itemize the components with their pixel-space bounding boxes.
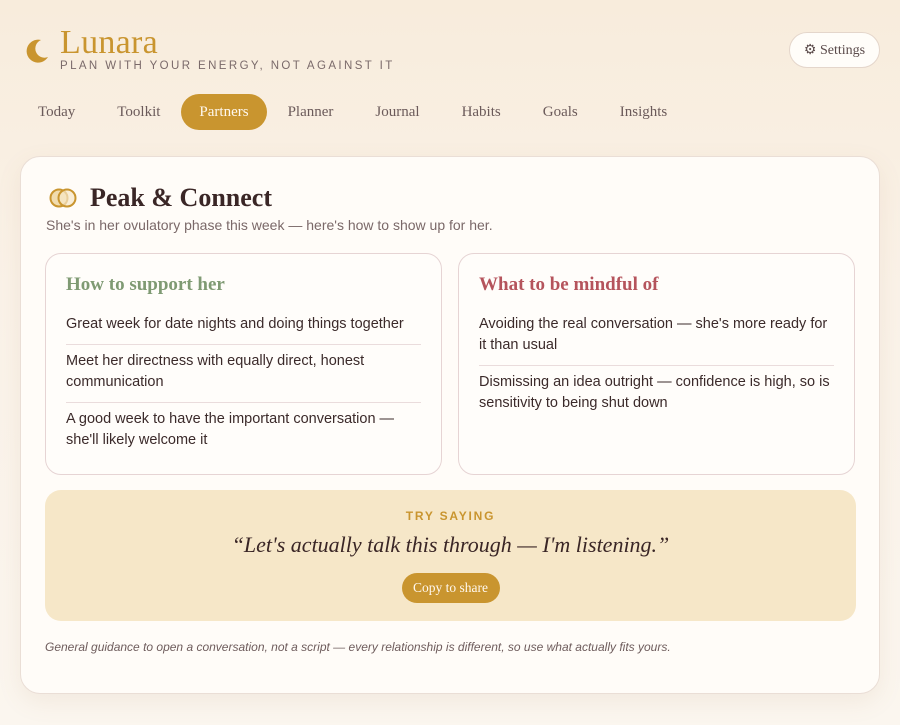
try-saying-label: TRY SAYING (405, 509, 496, 523)
support-item: Great week for date nights and doing thi… (66, 308, 421, 345)
app-tagline: Plan with your energy, not against it (60, 60, 395, 72)
support-item: Meet her directness with equally direct,… (66, 345, 421, 403)
mindful-title: What to be mindful of (479, 274, 659, 295)
tab-journal[interactable]: Journal (354, 94, 440, 130)
tab-planner[interactable]: Planner (267, 94, 355, 130)
mindful-item: Avoiding the real conversation — she's m… (479, 308, 834, 366)
guidance-footnote: General guidance to open a conversation,… (45, 640, 671, 654)
settings-button[interactable]: ⚙ Settings (789, 32, 880, 68)
app-header: Lunara Plan with your energy, not agains… (24, 26, 880, 76)
settings-label: ⚙ Settings (803, 42, 866, 58)
try-saying-box: TRY SAYING “Let's actually talk this thr… (45, 490, 856, 621)
card-header: Peak & Connect (48, 183, 272, 213)
tab-today[interactable]: Today (17, 94, 96, 130)
support-item: A good week to have the important conver… (66, 411, 395, 448)
crescent-moon-icon (26, 39, 48, 63)
interlocking-rings-icon (49, 188, 77, 208)
tab-insights[interactable]: Insights (599, 94, 689, 130)
support-title: How to support her (66, 274, 225, 295)
mindful-item: Dismissing an idea outright — confidence… (479, 374, 830, 411)
suggested-quote: “Let's actually talk this through — I'm … (231, 532, 670, 557)
app-name: Lunara (60, 24, 159, 61)
tab-partners[interactable]: Partners (181, 94, 267, 130)
card-title: Peak & Connect (90, 183, 272, 212)
tab-goals[interactable]: Goals (522, 94, 599, 130)
brand: Lunara Plan with your energy, not agains… (24, 26, 880, 72)
tab-habits[interactable]: Habits (441, 94, 522, 130)
mindful-panel: What to be mindful of Avoiding the real … (458, 253, 855, 475)
card-subtitle: She's in her ovulatory phase this week —… (46, 217, 493, 233)
main-tabs: Today Toolkit Partners Planner Journal H… (17, 94, 688, 130)
partner-guidance-card: Peak & Connect She's in her ovulatory ph… (20, 156, 880, 694)
copy-to-share-button[interactable]: Copy to share (401, 573, 500, 603)
tab-toolkit[interactable]: Toolkit (96, 94, 181, 130)
support-panel: How to support her Great week for date n… (45, 253, 442, 475)
